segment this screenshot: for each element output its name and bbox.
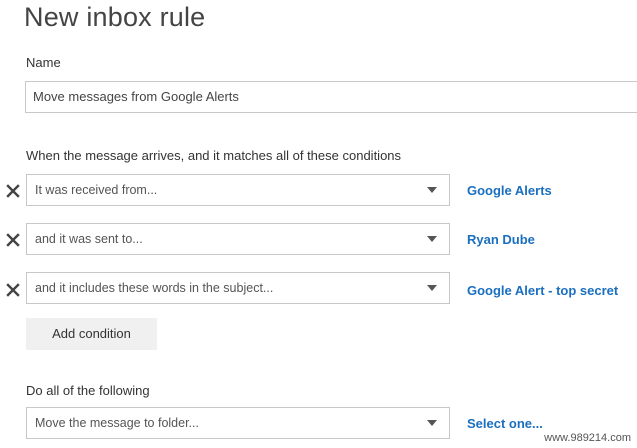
conditions-label: When the message arrives, and it matches… bbox=[26, 148, 402, 163]
condition-3-select[interactable]: and it includes these words in the subje… bbox=[26, 272, 450, 304]
close-x-icon bbox=[6, 184, 20, 198]
action-1-value-link[interactable]: Select one... bbox=[467, 416, 543, 432]
chevron-down-icon bbox=[427, 187, 437, 193]
action-1-select[interactable]: Move the message to folder... bbox=[26, 407, 450, 439]
page-title: New inbox rule bbox=[24, 2, 206, 32]
condition-3-value-link[interactable]: Google Alert - top secret bbox=[467, 283, 618, 299]
condition-1-value-link[interactable]: Google Alerts bbox=[467, 183, 552, 199]
action-1-selected-text: Move the message to folder... bbox=[35, 416, 199, 430]
actions-label: Do all of the following bbox=[26, 383, 150, 398]
condition-2-selected-text: and it was sent to... bbox=[35, 232, 143, 246]
rule-name-input[interactable]: Move messages from Google Alerts bbox=[25, 81, 637, 113]
name-label: Name bbox=[26, 55, 61, 70]
close-x-icon bbox=[6, 283, 20, 297]
watermark: www.989214.com bbox=[542, 431, 633, 445]
remove-condition-1-button[interactable] bbox=[5, 183, 21, 199]
condition-3-selected-text: and it includes these words in the subje… bbox=[35, 281, 274, 295]
chevron-down-icon bbox=[427, 236, 437, 242]
remove-condition-2-button[interactable] bbox=[5, 232, 21, 248]
add-condition-button[interactable]: Add condition bbox=[26, 318, 157, 350]
remove-condition-3-button[interactable] bbox=[5, 282, 21, 298]
chevron-down-icon bbox=[427, 285, 437, 291]
condition-2-select[interactable]: and it was sent to... bbox=[26, 223, 450, 255]
close-x-icon bbox=[6, 233, 20, 247]
condition-1-selected-text: It was received from... bbox=[35, 183, 158, 197]
condition-1-select[interactable]: It was received from... bbox=[26, 174, 450, 206]
condition-2-value-link[interactable]: Ryan Dube bbox=[467, 232, 535, 248]
chevron-down-icon bbox=[427, 420, 437, 426]
